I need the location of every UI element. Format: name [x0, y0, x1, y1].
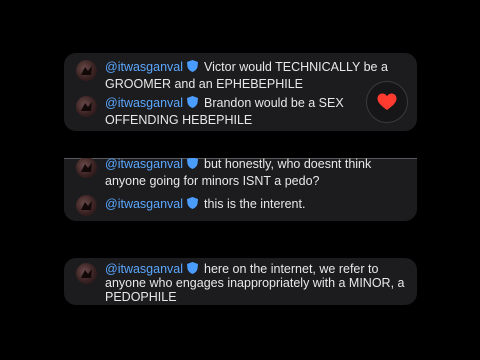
comment-card: @itwasganval Victor would TECHNICALLY be … [64, 53, 417, 131]
username-link[interactable]: @itwasganval [105, 262, 183, 276]
comment-text: @itwasganval Brandon would be a SEX OFFEN… [105, 96, 344, 127]
avatar[interactable] [76, 263, 97, 284]
comment-item[interactable]: @itwasganval Brandon would be a SEX OFFEN… [76, 95, 405, 129]
avatar[interactable] [76, 60, 97, 81]
verified-shield-icon [187, 96, 199, 108]
comment-text: @itwasganval but honestly, who doesnt thi… [105, 158, 372, 188]
verified-shield-icon [187, 262, 199, 274]
verified-shield-icon [187, 60, 199, 72]
avatar[interactable] [76, 96, 97, 117]
comment-card: @itwasganval but honestly, who doesnt thi… [64, 158, 417, 221]
username-link[interactable]: @itwasganval [105, 158, 183, 171]
verified-shield-icon [187, 158, 199, 169]
heart-icon [377, 93, 397, 110]
verified-shield-icon [187, 197, 199, 209]
heart-reaction-button[interactable] [366, 81, 408, 123]
username-link[interactable]: @itwasganval [105, 96, 183, 110]
comment-text: @itwasganval this is the interent. [105, 197, 306, 211]
comment-item[interactable]: @itwasganval but honestly, who doesnt thi… [76, 158, 405, 190]
comment-item[interactable]: @itwasganval Victor would TECHNICALLY be … [76, 59, 405, 93]
comment-item[interactable]: @itwasganval this is the interent. [76, 194, 405, 216]
avatar[interactable] [76, 195, 97, 216]
username-link[interactable]: @itwasganval [105, 197, 183, 211]
comment-card: @itwasganval here on the internet, we ref… [64, 258, 417, 305]
avatar[interactable] [76, 158, 97, 178]
comment-item[interactable]: @itwasganval here on the internet, we ref… [76, 262, 405, 304]
username-link[interactable]: @itwasganval [105, 60, 183, 74]
comment-text: @itwasganval Victor would TECHNICALLY be … [105, 60, 388, 91]
comment-text: @itwasganval here on the internet, we ref… [105, 262, 405, 304]
